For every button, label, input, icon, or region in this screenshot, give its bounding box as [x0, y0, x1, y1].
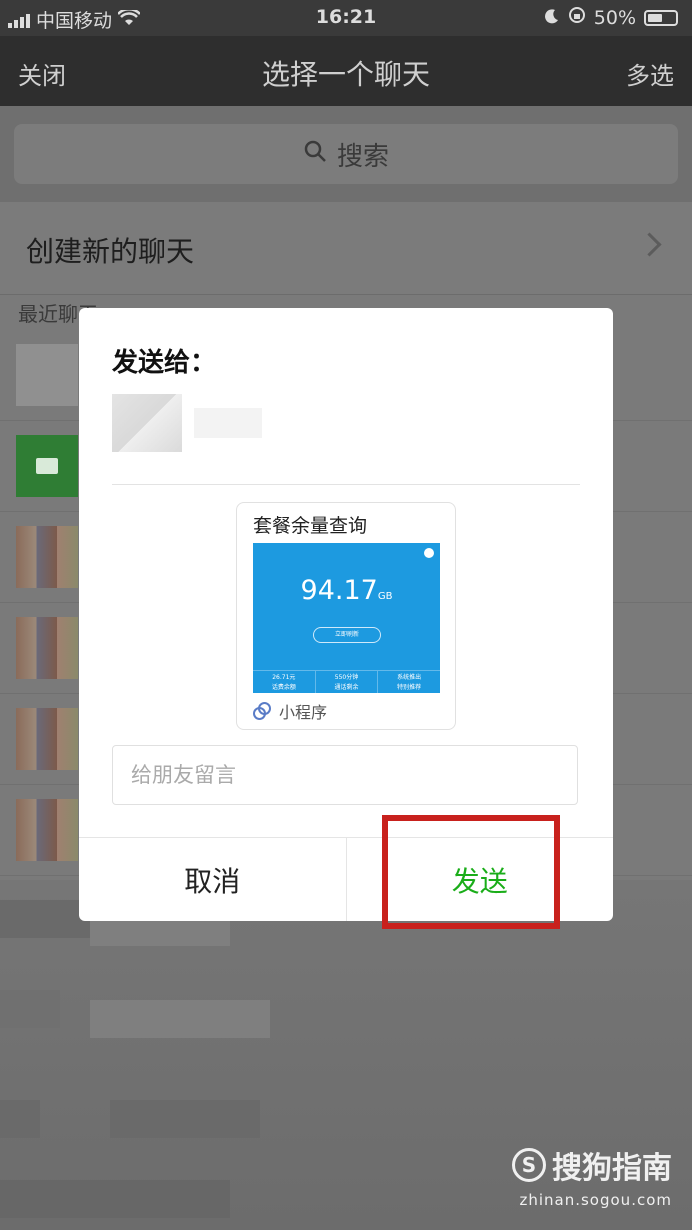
chevron-right-icon	[637, 232, 662, 257]
search-input[interactable]: 搜索	[14, 124, 678, 184]
create-chat-row[interactable]: 创建新的聊天	[0, 202, 692, 295]
battery-percent: 50%	[593, 6, 636, 29]
mini-program-icon	[253, 702, 271, 720]
user-icon	[424, 548, 434, 558]
rotation-lock-icon	[568, 6, 586, 29]
recipient-avatar	[112, 394, 182, 452]
nav-bar: 关闭 选择一个聊天 多选	[0, 36, 692, 106]
mini-program-label: 小程序	[279, 703, 328, 722]
sogou-logo-icon: S	[512, 1148, 546, 1182]
avatar	[16, 617, 78, 679]
refresh-button: 立即刷新	[313, 627, 381, 643]
watermark-url: zhinan.sogou.com	[519, 1191, 672, 1209]
mini-program-tag: 小程序	[253, 699, 327, 723]
stat-item: 550分钟 通话剩余	[314, 671, 378, 693]
card-preview: 94.17GB 立即刷新 26.71元 话费余额 550分钟 通话剩余 系统推出 特别…	[253, 543, 440, 693]
status-bar: 中国移动 16:21 50%	[0, 0, 692, 36]
dialog-heading: 发送给：	[112, 348, 217, 378]
multi-select-button[interactable]: 多选	[626, 56, 674, 91]
battery-icon	[644, 9, 678, 26]
divider	[112, 484, 580, 485]
mini-program-card[interactable]: 套餐余量查询 94.17GB 立即刷新 26.71元 话费余额 550分钟 通话剩余…	[236, 502, 456, 730]
avatar	[16, 344, 78, 406]
stat-item: 系统推出 特别推荐	[377, 671, 440, 693]
search-icon	[303, 139, 327, 170]
recipient	[112, 394, 262, 452]
stat-item: 26.71元 话费余额	[271, 674, 296, 691]
search-placeholder: 搜索	[336, 141, 389, 172]
cancel-button[interactable]: 取消	[79, 838, 347, 921]
create-chat-label: 创建新的聊天	[26, 235, 195, 268]
search-area: 搜索	[0, 106, 692, 202]
watermark-brand: S 搜狗指南	[512, 1143, 672, 1187]
avatar	[16, 799, 78, 861]
file-transfer-icon	[16, 435, 78, 497]
moon-icon	[544, 7, 560, 29]
watermark: S 搜狗指南 zhinan.sogou.com	[512, 1143, 672, 1209]
status-right: 50%	[544, 6, 678, 29]
page-title: 选择一个聊天	[261, 58, 430, 91]
avatar	[16, 708, 78, 770]
message-input[interactable]	[112, 745, 578, 805]
recipient-name-blurred	[194, 408, 262, 438]
data-amount: 94.17GB	[300, 575, 393, 606]
card-title: 套餐余量查询	[253, 515, 368, 537]
highlight-box	[382, 815, 560, 929]
stats-row: 26.71元 话费余额 550分钟 通话剩余 系统推出 特别推荐	[253, 670, 440, 693]
avatar	[16, 526, 78, 588]
